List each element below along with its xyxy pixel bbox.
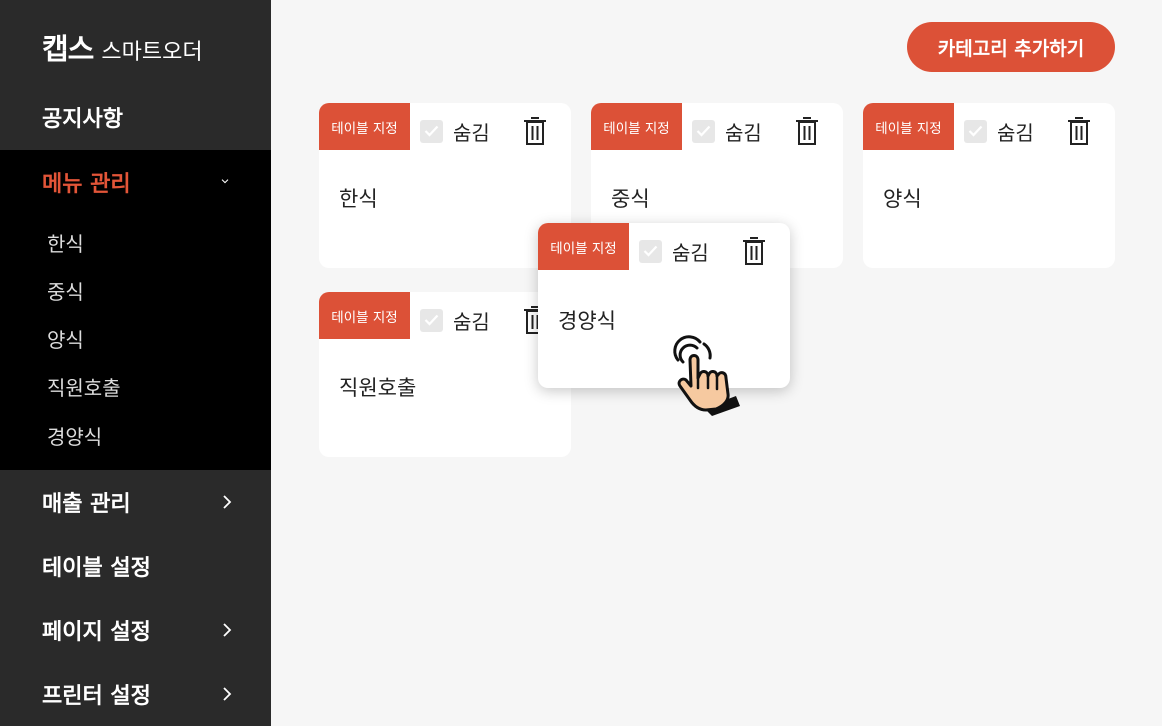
check-icon: [643, 245, 658, 257]
hand-pointer-icon: [673, 335, 740, 416]
nav-menu-manage-group: 메뉴 관리 한식 중식 양식 직원호출 경양식: [0, 150, 271, 470]
hide-label: 숨김: [453, 310, 490, 334]
brand-name: 캡스: [42, 32, 94, 66]
hide-label: 숨김: [725, 121, 762, 145]
category-card[interactable]: 테이블 지정 숨김 직원호출: [319, 292, 571, 457]
add-category-button[interactable]: 카테고리 추가하기: [907, 22, 1115, 72]
submenu-item-chinese[interactable]: 중식: [47, 276, 84, 305]
assign-table-tag[interactable]: 테이블 지정: [863, 103, 954, 150]
hide-checkbox[interactable]: [420, 120, 443, 143]
nav-menu-manage[interactable]: 메뉴 관리: [0, 150, 271, 214]
hide-checkbox[interactable]: [420, 309, 443, 332]
submenu-item-western[interactable]: 양식: [47, 324, 84, 353]
category-name: 한식: [339, 187, 378, 211]
submenu-item-korean[interactable]: 한식: [47, 228, 84, 257]
brand-logo[interactable]: 캡스 스마트오더: [42, 26, 203, 68]
category-name: 중식: [611, 187, 650, 211]
category-name: 양식: [883, 187, 922, 211]
nav-notice[interactable]: 공지사항: [0, 85, 271, 149]
check-icon: [968, 125, 983, 137]
chevron-down-icon: [221, 179, 229, 184]
hide-checkbox[interactable]: [639, 240, 662, 263]
category-card[interactable]: 테이블 지정 숨김 한식: [319, 103, 571, 268]
brand-subtitle: 스마트오더: [101, 40, 203, 65]
hide-label: 숨김: [453, 121, 490, 145]
nav-sales-manage[interactable]: 매출 관리: [0, 470, 271, 534]
nav-menu-manage-label: 메뉴 관리: [42, 172, 131, 197]
category-card-dragging[interactable]: 테이블 지정 숨김 경양식: [538, 223, 790, 388]
hide-checkbox[interactable]: [692, 120, 715, 143]
nav-notice-label: 공지사항: [42, 107, 123, 132]
check-icon: [424, 314, 439, 326]
category-name: 경양식: [558, 309, 616, 333]
chevron-right-icon: [223, 623, 232, 637]
hide-label: 숨김: [997, 121, 1034, 145]
sidebar: 캡스 스마트오더 공지사항 메뉴 관리 한식 중식 양식 직원호출 경양식 매출…: [0, 0, 271, 726]
chevron-right-icon: [223, 687, 232, 701]
trash-icon[interactable]: [522, 116, 548, 146]
assign-table-tag[interactable]: 테이블 지정: [591, 103, 682, 150]
category-card[interactable]: 테이블 지정 숨김 양식: [863, 103, 1115, 268]
nav-page-settings-label: 페이지 설정: [42, 620, 151, 645]
nav-sales-manage-label: 매출 관리: [42, 492, 131, 517]
nav-table-settings[interactable]: 테이블 설정: [0, 534, 271, 598]
submenu-item-staff-call[interactable]: 직원호출: [47, 372, 121, 401]
assign-table-tag[interactable]: 테이블 지정: [319, 292, 410, 339]
check-icon: [424, 125, 439, 137]
submenu-item-light-western[interactable]: 경양식: [47, 421, 102, 450]
check-icon: [696, 125, 711, 137]
nav-printer-settings[interactable]: 프린터 설정: [0, 662, 271, 726]
category-name: 직원호출: [339, 376, 417, 400]
chevron-right-icon: [223, 495, 232, 509]
hide-label: 숨김: [672, 241, 709, 265]
assign-table-tag[interactable]: 테이블 지정: [319, 103, 410, 150]
nav-page-settings[interactable]: 페이지 설정: [0, 598, 271, 662]
nav-printer-settings-label: 프린터 설정: [42, 684, 151, 709]
assign-table-tag[interactable]: 테이블 지정: [538, 223, 629, 270]
trash-icon[interactable]: [741, 236, 767, 266]
trash-icon[interactable]: [1066, 116, 1092, 146]
hide-checkbox[interactable]: [964, 120, 987, 143]
trash-icon[interactable]: [794, 116, 820, 146]
nav-table-settings-label: 테이블 설정: [42, 556, 151, 581]
